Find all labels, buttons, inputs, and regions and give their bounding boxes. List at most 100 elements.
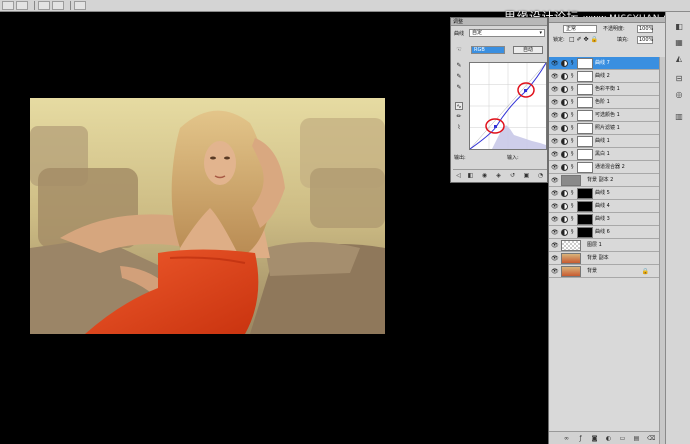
visibility-eye-icon[interactable]: 👁 — [551, 151, 559, 158]
adjustments-icon[interactable]: ⊟ — [674, 74, 684, 84]
layer-mask-thumbnail[interactable] — [577, 136, 593, 147]
layer-row[interactable]: 👁 § 曲线 5 — [549, 187, 659, 200]
visibility-eye-icon[interactable]: 👁 — [551, 112, 559, 119]
layer-row[interactable]: 👁 § 可选颜色 1 — [549, 109, 659, 122]
align-left-button[interactable] — [16, 1, 28, 10]
layer-mask-thumbnail[interactable] — [577, 84, 593, 95]
layer-row[interactable]: 👁 § 曲线 6 — [549, 226, 659, 239]
layer-row[interactable]: 👁 § 通道混合器 2 — [549, 161, 659, 174]
layer-mask-thumbnail[interactable] — [577, 71, 593, 82]
align-right-button[interactable] — [52, 1, 64, 10]
visibility-eye-icon[interactable]: 👁 — [551, 138, 559, 145]
clip-icon[interactable]: ◧ — [467, 172, 474, 179]
adjustment-layer-icon — [561, 138, 568, 145]
delete-icon[interactable]: ▣ — [523, 172, 530, 179]
blend-mode-select[interactable]: 正常 — [563, 25, 597, 33]
opacity-input[interactable]: 100% — [637, 25, 653, 33]
visibility-eye-icon[interactable]: 👁 — [551, 268, 559, 275]
masks-icon[interactable]: ◎ — [674, 90, 684, 100]
visibility-eye-icon[interactable]: 👁 — [551, 190, 559, 197]
visibility-eye-icon[interactable]: 👁 — [551, 73, 559, 80]
link-icon[interactable]: ∞ — [563, 435, 570, 442]
mask-icon[interactable]: ◙ — [591, 435, 598, 442]
eye-icon[interactable]: ◉ — [481, 172, 488, 179]
adjustment-layer-icon — [561, 73, 568, 80]
reset-icon[interactable]: ↺ — [509, 172, 516, 179]
layer-row[interactable]: 👁 § 色彩平衡 1 — [549, 83, 659, 96]
smooth-icon[interactable]: ⌇ — [455, 124, 463, 132]
curve-point-icon[interactable]: ∿ — [455, 102, 463, 110]
layer-row[interactable]: 👁 背景 副本 — [549, 252, 659, 265]
layer-mask-thumbnail[interactable] — [577, 214, 593, 225]
input-label: 输入: — [507, 155, 519, 161]
fill-input[interactable]: 100% — [637, 36, 653, 44]
black-eyedropper-icon[interactable]: ✎ — [455, 62, 463, 70]
layer-mask-thumbnail[interactable] — [577, 97, 593, 108]
layer-thumbnail[interactable] — [561, 266, 581, 277]
adjustment-icon[interactable]: ◐ — [605, 435, 612, 442]
layer-name: 可选颜色 1 — [595, 112, 620, 118]
distribute-button[interactable] — [74, 1, 86, 10]
auto-button[interactable]: 自动 — [513, 46, 543, 54]
image-canvas[interactable] — [30, 98, 385, 334]
layer-name: 曲线 2 — [595, 73, 610, 79]
previous-state-icon[interactable]: ◈ — [495, 172, 502, 179]
on-image-adjust-icon[interactable]: ☜ — [455, 46, 463, 54]
new-layer-icon[interactable]: ▤ — [633, 435, 640, 442]
layer-mask-thumbnail[interactable] — [577, 110, 593, 121]
layer-row[interactable]: 👁 图层 1 — [549, 239, 659, 252]
layer-row[interactable]: 👁 § 黑白 1 — [549, 148, 659, 161]
pencil-icon[interactable]: ✏ — [455, 113, 463, 121]
swatches-icon[interactable]: ▦ — [674, 38, 684, 48]
help-icon[interactable]: ◔ — [537, 172, 544, 179]
layer-mask-thumbnail[interactable] — [577, 162, 593, 173]
layer-row[interactable]: 👁 背景 副本 2 — [549, 174, 659, 187]
folder-icon[interactable]: ▭ — [619, 435, 626, 442]
visibility-eye-icon[interactable]: 👁 — [551, 164, 559, 171]
preset-select[interactable]: 自定 ▾ — [469, 29, 545, 37]
layer-row[interactable]: 👁 § 曲线 1 — [549, 135, 659, 148]
layer-row[interactable]: 👁 § 照片滤镜 1 — [549, 122, 659, 135]
layer-row[interactable]: 👁 § 曲线 2 — [549, 70, 659, 83]
visibility-eye-icon[interactable]: 👁 — [551, 99, 559, 106]
adjustment-layer-icon — [561, 86, 568, 93]
layer-row[interactable]: 👁 § 曲线 3 — [549, 213, 659, 226]
lock-icons[interactable]: □ ✐ ✥ 🔒 — [569, 36, 598, 44]
visibility-eye-icon[interactable]: 👁 — [551, 255, 559, 262]
visibility-eye-icon[interactable]: 👁 — [551, 60, 559, 67]
layer-row[interactable]: 👁 背景 🔒 — [549, 265, 659, 278]
layer-mask-thumbnail[interactable] — [577, 227, 593, 238]
visibility-eye-icon[interactable]: 👁 — [551, 86, 559, 93]
layer-thumbnail[interactable] — [561, 253, 581, 264]
layer-row[interactable]: 👁 § 曲线 7 — [549, 57, 659, 70]
layer-thumbnail[interactable] — [561, 240, 581, 251]
layer-row[interactable]: 👁 § 曲线 4 — [549, 200, 659, 213]
layer-row[interactable]: 👁 § 色阶 1 — [549, 96, 659, 109]
layer-mask-thumbnail[interactable] — [577, 188, 593, 199]
visibility-eye-icon[interactable]: 👁 — [551, 177, 559, 184]
layer-name: 曲线 1 — [595, 138, 610, 144]
white-eyedropper-icon[interactable]: ✎ — [455, 84, 463, 92]
curves-graph[interactable] — [469, 62, 547, 150]
visibility-eye-icon[interactable]: 👁 — [551, 203, 559, 210]
tool-preset-button[interactable] — [2, 1, 14, 10]
channel-select[interactable]: RGB — [471, 46, 505, 54]
visibility-eye-icon[interactable]: 👁 — [551, 229, 559, 236]
visibility-eye-icon[interactable]: 👁 — [551, 216, 559, 223]
layer-mask-thumbnail[interactable] — [577, 58, 593, 69]
visibility-eye-icon[interactable]: 👁 — [551, 125, 559, 132]
gray-eyedropper-icon[interactable]: ✎ — [455, 73, 463, 81]
layer-mask-thumbnail[interactable] — [577, 123, 593, 134]
layer-name: 背景 副本 2 — [587, 177, 614, 183]
color-icon[interactable]: ◧ — [674, 22, 684, 32]
layer-thumbnail[interactable] — [561, 175, 581, 186]
layer-mask-thumbnail[interactable] — [577, 201, 593, 212]
styles-icon[interactable]: ◭ — [674, 54, 684, 64]
align-center-button[interactable] — [38, 1, 50, 10]
visibility-eye-icon[interactable]: 👁 — [551, 242, 559, 249]
trash-icon[interactable]: ⌫ — [647, 435, 655, 442]
fx-icon[interactable]: ƒ — [577, 435, 584, 442]
layer-mask-thumbnail[interactable] — [577, 149, 593, 160]
back-arrow-icon[interactable]: ◁ — [455, 172, 462, 179]
layers-tab-icon[interactable]: ▥ — [674, 112, 684, 122]
